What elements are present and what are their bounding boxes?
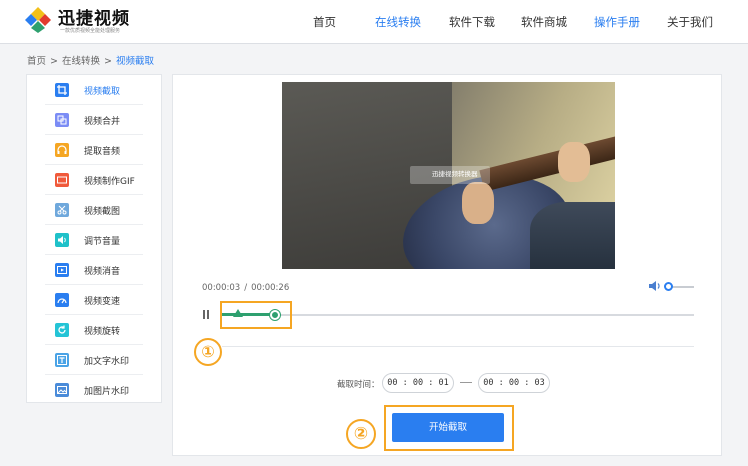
annotation-step-1: ① bbox=[194, 338, 222, 366]
mute-icon bbox=[55, 263, 69, 277]
video-hand-right bbox=[558, 142, 590, 182]
sidebar-item-extract-audio[interactable]: 提取音频 bbox=[45, 135, 143, 165]
sidebar-item-label: 加文字水印 bbox=[84, 357, 130, 367]
logo-title: 迅捷视频 bbox=[58, 9, 130, 29]
video-preview[interactable]: 迅捷视频转换器 bbox=[282, 82, 615, 269]
sidebar-item-text-watermark[interactable]: 加文字水印 bbox=[45, 345, 143, 375]
video-watermark: 迅捷视频转换器 bbox=[432, 170, 478, 178]
scissors-icon bbox=[55, 203, 69, 217]
speed-icon bbox=[55, 293, 69, 307]
breadcrumb-current: 视频截取 bbox=[115, 56, 154, 67]
sidebar-item-label: 提取音频 bbox=[84, 147, 121, 157]
sidebar-item-label: 视频变速 bbox=[84, 297, 121, 307]
merge-icon bbox=[55, 113, 69, 127]
sidebar-item-label: 视频截取 bbox=[84, 87, 121, 97]
gif-icon bbox=[55, 173, 69, 187]
text-watermark-icon bbox=[55, 353, 69, 367]
cut-start-time-input[interactable]: 00 : 00 : 01 bbox=[382, 373, 454, 393]
sidebar-item-label: 调节音量 bbox=[84, 237, 121, 247]
sidebar-item-label: 视频制作GIF bbox=[84, 177, 135, 187]
sidebar-item-screenshot[interactable]: 视频截图 bbox=[45, 195, 143, 225]
speaker-icon[interactable] bbox=[648, 280, 662, 292]
time-range-dash bbox=[460, 382, 472, 383]
sidebar-item-label: 视频截图 bbox=[84, 207, 121, 217]
video-hand-left bbox=[462, 182, 494, 224]
rotate-icon bbox=[55, 323, 69, 337]
nav-software-store[interactable]: 软件商城 bbox=[521, 14, 567, 30]
sidebar-item-video-merge[interactable]: 视频合并 bbox=[45, 105, 143, 135]
sidebar-item-mute-video[interactable]: 视频消音 bbox=[45, 255, 143, 285]
cut-time-label: 截取时间： bbox=[337, 380, 380, 390]
sidebar-item-make-gif[interactable]: 视频制作GIF bbox=[45, 165, 143, 195]
sidebar-item-label: 加图片水印 bbox=[84, 387, 130, 397]
logo-icon[interactable] bbox=[24, 6, 52, 34]
annotation-highlight-timeline bbox=[220, 301, 292, 329]
sidebar: 视频截取 视频合并 提取音频 视频制作GIF 视频截图 调节音量 视频消音 视频… bbox=[26, 74, 162, 403]
nav-home[interactable]: 首页 bbox=[313, 14, 336, 30]
pause-icon[interactable] bbox=[202, 310, 210, 319]
playback-time: 00:00:03/00:00:26 bbox=[202, 283, 289, 293]
crop-icon bbox=[55, 83, 69, 97]
sidebar-item-label: 视频消音 bbox=[84, 267, 121, 277]
nav-about[interactable]: 关于我们 bbox=[667, 14, 713, 30]
divider bbox=[222, 346, 694, 347]
sidebar-item-adjust-volume[interactable]: 调节音量 bbox=[45, 225, 143, 255]
logo-subtitle: 一款优质视频全能处理服务 bbox=[60, 28, 121, 34]
sidebar-item-change-speed[interactable]: 视频变速 bbox=[45, 285, 143, 315]
timeline-track[interactable] bbox=[222, 314, 694, 316]
start-cut-button[interactable]: 开始截取 bbox=[392, 413, 504, 442]
breadcrumb: 首页 > 在线转换 > 视频截取 bbox=[27, 53, 154, 67]
current-time: 00:00:03 bbox=[202, 283, 241, 293]
video-figure-sleeve-right bbox=[530, 202, 615, 269]
breadcrumb-separator: > bbox=[104, 56, 112, 67]
breadcrumb-home[interactable]: 首页 bbox=[27, 56, 46, 67]
video-guitar-neck bbox=[479, 129, 615, 192]
cut-end-time-input[interactable]: 00 : 00 : 03 bbox=[478, 373, 550, 393]
image-watermark-icon bbox=[55, 383, 69, 397]
sidebar-item-label: 视频旋转 bbox=[84, 327, 121, 337]
sidebar-item-label: 视频合并 bbox=[84, 117, 121, 127]
volume-icon bbox=[55, 233, 69, 247]
annotation-step-2: ② bbox=[346, 419, 376, 449]
headphone-icon bbox=[55, 143, 69, 157]
sidebar-item-video-cut[interactable]: 视频截取 bbox=[45, 75, 143, 105]
breadcrumb-online-convert[interactable]: 在线转换 bbox=[62, 56, 100, 67]
sidebar-item-image-watermark[interactable]: 加图片水印 bbox=[45, 375, 143, 405]
breadcrumb-separator: > bbox=[50, 56, 58, 67]
top-header: 迅捷视频 一款优质视频全能处理服务 首页 在线转换 软件下载 软件商城 操作手册… bbox=[0, 0, 748, 44]
volume-slider-handle[interactable] bbox=[664, 282, 673, 291]
total-time: 00:00:26 bbox=[251, 283, 290, 293]
sidebar-item-rotate-video[interactable]: 视频旋转 bbox=[45, 315, 143, 345]
nav-software-download[interactable]: 软件下载 bbox=[449, 14, 495, 30]
nav-online-convert[interactable]: 在线转换 bbox=[375, 14, 421, 30]
nav-manual[interactable]: 操作手册 bbox=[594, 14, 640, 30]
time-separator: / bbox=[244, 283, 248, 293]
